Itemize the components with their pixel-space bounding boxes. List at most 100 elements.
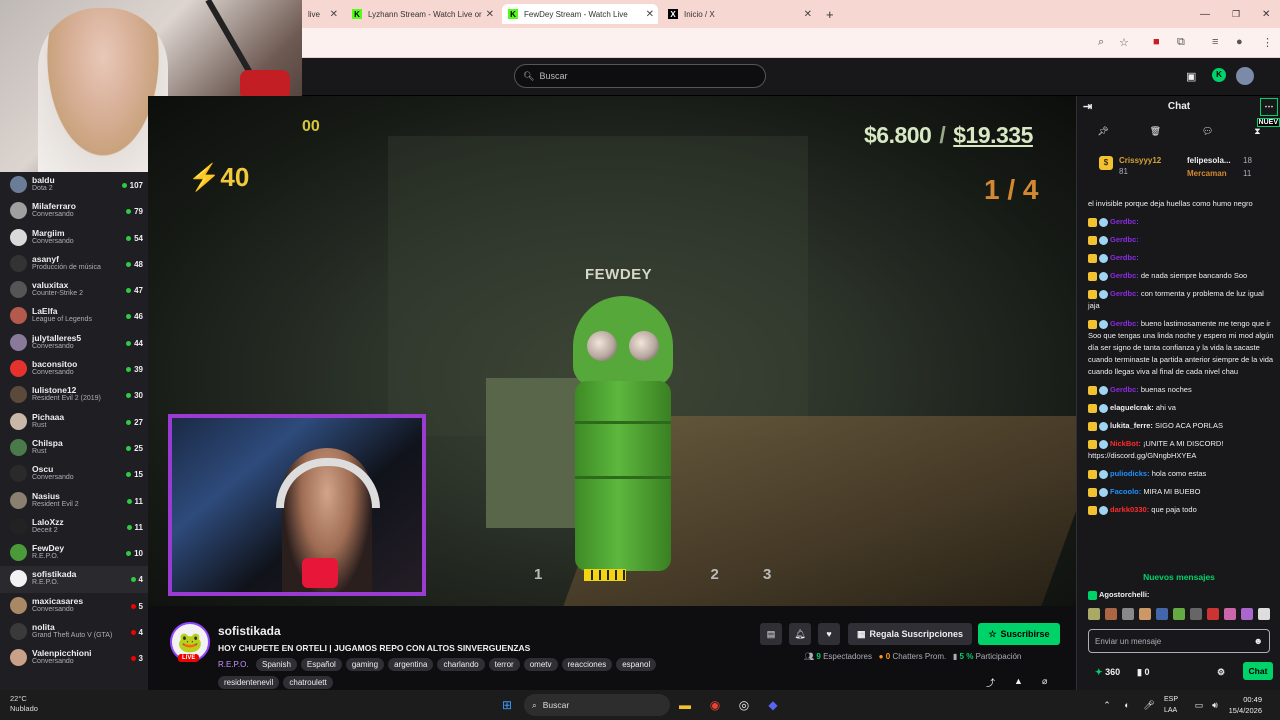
new-messages-divider[interactable]: Nuevos mensajes <box>1077 572 1280 582</box>
more-options-icon[interactable]: ⋯ <box>1260 98 1278 116</box>
sidebar-channel[interactable]: baldu Dota 2 107 <box>0 172 148 198</box>
sidebar-channel[interactable]: Margiim Conversando 54 <box>0 225 148 251</box>
emote-icon[interactable] <box>1122 608 1134 620</box>
sidebar-channel[interactable]: LaloXzz Deceit 2 11 <box>0 514 148 540</box>
emote-icon[interactable] <box>1139 608 1151 620</box>
restore-icon[interactable]: ❐ <box>1226 4 1246 24</box>
video-player[interactable]: FEWDEY 00 ⚡40 $6.800 / $19.335 1 / 4 1 2 3 <box>148 96 1076 606</box>
clock[interactable]: 00:49 15/4/2026 <box>1229 694 1262 716</box>
leader-name[interactable]: Crissyyy12 <box>1119 156 1161 165</box>
network-icon[interactable]: ◐ <box>1118 696 1136 714</box>
profile-icon[interactable]: ● <box>1236 36 1243 48</box>
bell-icon[interactable]: 🔔︎ <box>789 623 811 645</box>
chat-username[interactable]: Gerdbc: <box>1110 271 1139 280</box>
chat-username[interactable]: darkk0330: <box>1110 505 1149 514</box>
sidebar-channel[interactable]: Oscu Conversando 15 <box>0 461 148 487</box>
minimize-icon[interactable]: — <box>1194 4 1216 24</box>
search-input[interactable]: 🔍︎ Buscar <box>514 64 766 88</box>
sidebar-channel[interactable]: valuxitax Counter-Strike 2 47 <box>0 277 148 303</box>
tag[interactable]: charlando <box>437 658 485 671</box>
folder-icon[interactable]: ▬ <box>676 696 694 714</box>
subscribe-button[interactable]: ☆ Suscribirse <box>978 623 1060 645</box>
emote-icon[interactable] <box>1173 608 1185 620</box>
window-close-icon[interactable]: ✕ <box>1256 4 1276 24</box>
weather-widget[interactable]: 22°C Nublado <box>10 694 38 714</box>
puzzle-icon[interactable]: ⧉ <box>1177 36 1185 49</box>
sidebar-channel[interactable]: Pichaaa Rust 27 <box>0 409 148 435</box>
bits-counter[interactable]: ▮ 0 <box>1137 667 1149 678</box>
sidebar-channel[interactable]: Chilspa Rust 25 <box>0 435 148 461</box>
chrome-icon[interactable]: ◉ <box>706 696 724 714</box>
notification-icon[interactable]: ▣ <box>1186 70 1196 83</box>
tag[interactable]: Spanish <box>256 658 297 671</box>
tag[interactable]: gaming <box>345 658 385 671</box>
trash-icon[interactable]: 🗑︎ <box>1150 126 1161 144</box>
tag[interactable]: argentina <box>388 658 434 671</box>
tag[interactable]: reacciones <box>561 658 613 671</box>
sidebar-channel[interactable]: LaElfa League of Legends 46 <box>0 303 148 329</box>
close-icon[interactable]: ✕ <box>646 9 654 20</box>
tab-x[interactable]: X Inicio / X ✕ <box>662 4 816 24</box>
leader-name[interactable]: felipesola... <box>1187 156 1231 165</box>
tag[interactable]: residentenevil <box>218 676 280 689</box>
windows-start-icon[interactable]: ⊞ <box>498 696 516 714</box>
mic-icon[interactable]: 🎤︎ <box>1140 696 1158 714</box>
emote-icon[interactable] <box>1190 608 1202 620</box>
tag[interactable]: terror <box>488 658 520 671</box>
chat-username[interactable]: puliodicks: <box>1110 469 1150 478</box>
chat-username[interactable]: Gerdbc: <box>1110 235 1139 244</box>
speech-icon[interactable]: 💬︎ <box>1202 126 1213 144</box>
emote-icon[interactable] <box>1156 608 1168 620</box>
sidebar-channel[interactable]: maxicasares Conversando 5 <box>0 593 148 619</box>
heart-icon[interactable]: ♥ <box>818 623 840 645</box>
emote-icon[interactable] <box>1088 608 1100 620</box>
chat-username[interactable]: Gerdbc: <box>1110 385 1139 394</box>
sidebar-channel[interactable]: Milaferraro Conversando 79 <box>0 198 148 224</box>
pin-icon[interactable]: 📌︎ <box>1097 126 1108 144</box>
avatar[interactable] <box>1236 67 1254 85</box>
stream-category[interactable]: R.E.P.O. <box>218 660 249 669</box>
timer-icon[interactable]: ⧗ <box>1254 126 1260 144</box>
chat-username[interactable]: Facoolo: <box>1110 487 1141 496</box>
gift-subs-button[interactable]: ▦ Regala Suscripciones <box>848 623 972 645</box>
channel-points[interactable]: ✦ 360 <box>1095 667 1120 678</box>
chevron-up-icon[interactable]: ⌃ <box>1098 696 1116 714</box>
emoji-icon[interactable]: ☻ <box>1254 636 1263 646</box>
close-icon[interactable]: ✕ <box>330 9 338 20</box>
kick-icon[interactable]: K <box>1212 68 1226 82</box>
chat-username[interactable]: Gerdbc: <box>1110 289 1139 298</box>
tab-live[interactable]: live ✕ <box>302 4 342 24</box>
close-icon[interactable]: ✕ <box>486 9 494 20</box>
emote-icon[interactable] <box>1241 608 1253 620</box>
new-tab-button[interactable]: + <box>820 4 840 24</box>
chat-username[interactable]: NickBot: <box>1110 439 1141 448</box>
tag[interactable]: Español <box>300 658 342 671</box>
menu-icon[interactable]: ⋮ <box>1262 36 1273 49</box>
emote-icon[interactable] <box>1207 608 1219 620</box>
emote-icon[interactable] <box>1258 608 1270 620</box>
close-icon[interactable]: ✕ <box>804 9 812 20</box>
chat-username[interactable]: lukita_ferre: <box>1110 421 1153 430</box>
chat-username[interactable]: Gerdbc: <box>1110 319 1139 328</box>
tag[interactable]: ometv <box>523 658 558 671</box>
sidebar-channel[interactable]: baconsitoo Conversando 39 <box>0 356 148 382</box>
sidebar-channel[interactable]: julytalleres5 Conversando 44 <box>0 330 148 356</box>
clip-icon[interactable]: ▤ <box>760 623 782 645</box>
share-icon[interactable]: ⤴ <box>986 676 995 689</box>
volume-icon[interactable]: 🔊︎ <box>1206 696 1224 714</box>
sidebar-channel[interactable]: sofistikada R.E.P.O. 4 <box>0 566 148 593</box>
chat-username[interactable]: elaguelcrak: <box>1110 403 1154 412</box>
collapse-chat-icon[interactable]: ⇥ <box>1083 100 1092 113</box>
pin-icon[interactable]: ▲ <box>1014 676 1023 686</box>
mute-icon[interactable]: ⌀ <box>1042 676 1047 687</box>
settings-icon[interactable]: ⚙ <box>1217 667 1225 678</box>
language-indicator[interactable]: ESP LAA <box>1164 694 1178 716</box>
sidebar-channel[interactable]: nolita Grand Theft Auto V (GTA) 4 <box>0 619 148 645</box>
sidebar-channel[interactable]: Nasius Resident Evil 2 11 <box>0 488 148 514</box>
sidebar-channel[interactable]: FewDey R.E.P.O. 10 <box>0 540 148 566</box>
emote-icon[interactable] <box>1224 608 1236 620</box>
zoom-icon[interactable]: ⌕ <box>1098 36 1104 49</box>
app-icon[interactable]: ◎ <box>735 696 753 714</box>
star-icon[interactable]: ☆ <box>1119 36 1129 49</box>
chat-username[interactable]: Gerdbc: <box>1110 217 1139 226</box>
